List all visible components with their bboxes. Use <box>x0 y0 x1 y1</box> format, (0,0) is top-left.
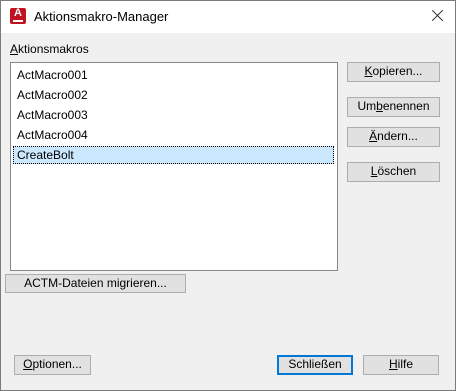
list-item[interactable]: ActMacro001 <box>13 66 334 84</box>
close-icon[interactable] <box>429 7 447 25</box>
modify-button[interactable]: Ändern... <box>347 127 440 147</box>
copy-button[interactable]: Kopieren... <box>347 62 440 82</box>
autocad-a-icon: A <box>10 7 26 24</box>
list-item[interactable]: ActMacro004 <box>13 126 334 144</box>
rename-button[interactable]: Umbenennen <box>347 97 440 117</box>
action-macro-list[interactable]: ActMacro001 ActMacro002 ActMacro003 ActM… <box>10 62 338 271</box>
options-button[interactable]: Optionen... <box>14 355 91 375</box>
list-item[interactable]: ActMacro003 <box>13 106 334 124</box>
delete-button[interactable]: Löschen <box>347 162 440 182</box>
help-button[interactable]: Hilfe <box>363 355 439 375</box>
close-button[interactable]: Schließen <box>277 355 353 375</box>
section-label-aktionsmakros: Aktionsmakros <box>10 42 89 56</box>
window-title: Aktionsmakro-Manager <box>34 9 169 24</box>
list-item-selected[interactable]: CreateBolt <box>13 146 334 164</box>
title-bar: A Aktionsmakro-Manager <box>1 1 455 33</box>
migrate-actm-files-button[interactable]: ACTM-Dateien migrieren... <box>5 274 186 293</box>
list-item[interactable]: ActMacro002 <box>13 86 334 104</box>
dialog-window: A Aktionsmakro-Manager Aktionsmakros Act… <box>0 0 456 391</box>
